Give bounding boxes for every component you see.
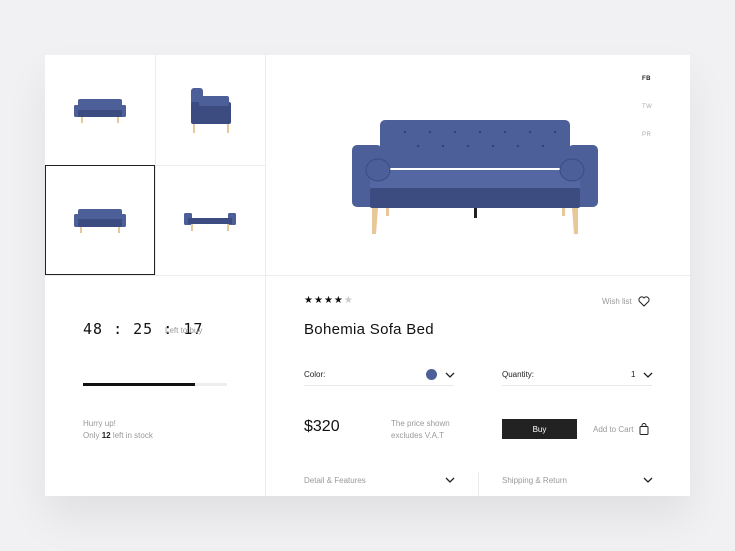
share-pinterest-link[interactable]: PR xyxy=(642,132,651,138)
sofa-bed-thumb-image xyxy=(184,213,236,231)
share-twitter-link[interactable]: TW xyxy=(642,104,652,110)
shipping-return-toggle[interactable]: Shipping & Return xyxy=(502,476,567,485)
thumbnail-angled[interactable] xyxy=(45,165,155,275)
stock-suffix: left in stock xyxy=(112,431,153,440)
stock-progress-bar xyxy=(83,383,227,386)
countdown-label: Left to buy xyxy=(165,326,203,335)
countdown-hours: 48 xyxy=(83,320,104,338)
rating-stars: ★★★★★ xyxy=(304,295,354,306)
details-features-toggle[interactable]: Detail & Features xyxy=(304,476,366,485)
share-facebook-link[interactable]: FB xyxy=(642,76,651,82)
heart-icon xyxy=(638,296,650,307)
sofa-side-thumb-image xyxy=(191,88,231,133)
chevron-down-icon[interactable] xyxy=(643,476,653,484)
sofa-angled-thumb-image xyxy=(74,209,126,233)
chevron-down-icon[interactable] xyxy=(445,371,455,379)
stock-notice: Hurry up! Only 12 left in stock xyxy=(83,418,153,442)
divider xyxy=(45,275,690,276)
sofa-front-thumb-image xyxy=(74,99,126,123)
star-filled-icon: ★ xyxy=(313,295,324,306)
thumbnail-side[interactable] xyxy=(155,55,265,165)
sofa-main-image xyxy=(352,120,598,234)
shopping-bag-icon xyxy=(639,423,649,435)
add-to-cart-button[interactable]: Add to Cart xyxy=(593,423,649,435)
wish-list-button[interactable]: Wish list xyxy=(602,296,650,307)
quantity-select-underline xyxy=(502,385,652,386)
countdown-separator: : xyxy=(113,320,124,338)
product-card: FB TW PR 48 : 25 : 17 Left to buy Hurry … xyxy=(45,55,690,496)
star-filled-icon: ★ xyxy=(304,295,314,306)
price-note-line: The price shown xyxy=(391,419,450,428)
star-empty-icon: ★ xyxy=(343,295,354,306)
add-to-cart-label: Add to Cart xyxy=(593,424,634,434)
stock-progress-fill xyxy=(83,383,196,386)
buy-button[interactable]: Buy xyxy=(502,419,577,439)
price-note-line: excludes V.A.T xyxy=(391,431,445,440)
hurry-text: Hurry up! xyxy=(83,419,116,428)
product-price: $320 xyxy=(304,418,340,435)
quantity-label: Quantity: xyxy=(502,370,535,379)
price-note: The price shown excludes V.A.T xyxy=(391,418,471,442)
stock-count: 12 xyxy=(101,431,111,440)
wish-list-label: Wish list xyxy=(602,297,632,306)
main-product-image xyxy=(350,110,600,245)
color-swatch[interactable] xyxy=(426,369,437,380)
thumbnail-bed-mode[interactable] xyxy=(155,165,265,275)
color-label: Color: xyxy=(304,370,326,379)
thumbnail-front[interactable] xyxy=(45,55,155,165)
product-title: Bohemia Sofa Bed xyxy=(304,321,434,338)
chevron-down-icon[interactable] xyxy=(643,371,653,379)
divider xyxy=(478,472,479,496)
countdown-minutes: 25 xyxy=(133,320,154,338)
star-filled-icon: ★ xyxy=(323,295,334,306)
color-select-underline xyxy=(304,385,454,386)
star-filled-icon: ★ xyxy=(333,295,344,306)
stock-prefix: Only xyxy=(83,431,100,440)
quantity-value[interactable]: 1 xyxy=(631,370,635,379)
chevron-down-icon[interactable] xyxy=(445,476,455,484)
